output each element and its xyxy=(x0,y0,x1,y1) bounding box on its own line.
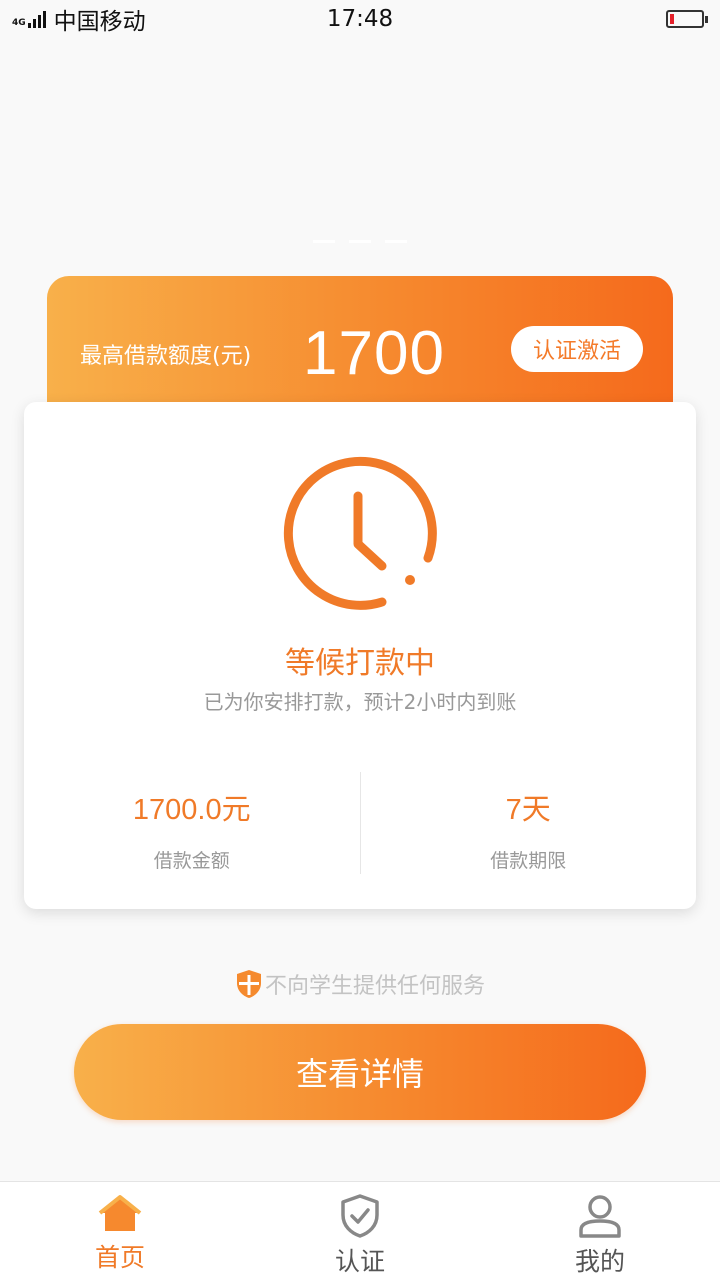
banner-indicator xyxy=(0,240,720,243)
battery-icon xyxy=(666,10,708,28)
status-left: 4G 中国移动 xyxy=(12,2,146,36)
notice-text: 不向学生提供任何服务 xyxy=(264,974,485,999)
tab-profile-label: 我的 xyxy=(574,1247,625,1276)
loan-status-card: 等候打款中 已为你安排打款，预计2小时内到账 1700.0元 借款金额 7天 借… xyxy=(24,402,696,909)
user-icon xyxy=(579,1195,621,1238)
banner-dot[interactable] xyxy=(349,240,371,243)
banner-dot[interactable] xyxy=(313,240,335,243)
clock-icon xyxy=(282,452,442,612)
network-type: 4G xyxy=(12,18,26,28)
status-title: 等候打款中 xyxy=(285,646,435,681)
loan-amount-label: 借款金额 xyxy=(153,850,230,872)
loan-term-stat: 7天 借款期限 xyxy=(361,772,697,874)
shield-icon xyxy=(236,970,261,998)
view-details-button[interactable]: 查看详情 xyxy=(74,1024,646,1120)
student-notice: 不向学生提供任何服务 xyxy=(0,968,720,1000)
loan-term-value: 7天 xyxy=(505,794,551,826)
home-icon xyxy=(98,1195,142,1231)
loan-term-label: 借款期限 xyxy=(490,850,567,872)
carrier-name: 中国移动 xyxy=(53,9,146,35)
limit-amount: 1700 xyxy=(303,319,445,388)
limit-label: 最高借款额度(元) xyxy=(80,344,252,369)
loan-amount-value: 1700.0元 xyxy=(132,794,251,826)
credit-limit-card: 最高借款额度(元) 1700 认证激活 xyxy=(47,276,673,411)
tab-verify-label: 认证 xyxy=(334,1247,385,1276)
tab-profile[interactable]: 我的 xyxy=(480,1182,720,1280)
tab-home[interactable]: 首页 xyxy=(0,1182,240,1280)
shield-check-icon xyxy=(341,1194,379,1238)
status-subtitle: 已为你安排打款，预计2小时内到账 xyxy=(203,690,517,714)
loan-stats: 1700.0元 借款金额 7天 借款期限 xyxy=(24,772,696,874)
bottom-tab-bar: 首页 认证 我的 xyxy=(0,1181,720,1280)
tab-verify[interactable]: 认证 xyxy=(240,1182,480,1280)
status-bar: 4G 中国移动 17:48 xyxy=(0,0,720,38)
signal-icon: 4G xyxy=(12,10,46,28)
tab-home-label: 首页 xyxy=(94,1243,145,1272)
activate-button[interactable]: 认证激活 xyxy=(511,326,643,372)
loan-amount-stat: 1700.0元 借款金额 xyxy=(24,772,360,874)
banner-dot[interactable] xyxy=(385,240,407,243)
